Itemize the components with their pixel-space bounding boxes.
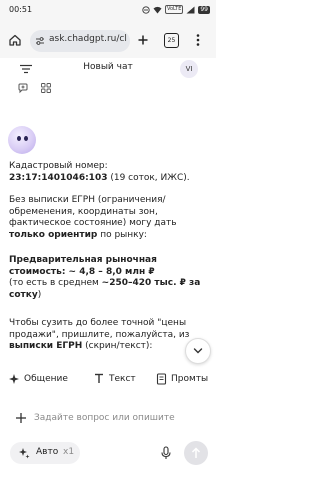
wifi-icon bbox=[153, 6, 162, 13]
arrow-up-icon bbox=[191, 447, 201, 458]
message-paragraph-3: Предварительная рыночная стоимость: ~ 4,… bbox=[9, 255, 201, 301]
microphone-icon[interactable] bbox=[160, 446, 172, 460]
composer bbox=[0, 398, 216, 480]
p2-tail: по рынку: bbox=[97, 229, 147, 240]
tab-switcher-button[interactable]: 25 bbox=[164, 33, 179, 48]
avatar-eye-right bbox=[24, 136, 28, 141]
home-icon[interactable] bbox=[8, 33, 22, 47]
send-button[interactable] bbox=[184, 441, 208, 465]
assistant-avatar bbox=[8, 126, 36, 154]
auto-mode-count: x1 bbox=[63, 447, 75, 457]
price-per-sotka-prefix: (то есть в среднем bbox=[9, 278, 102, 288]
price-per-sotka-suffix: ) bbox=[37, 289, 42, 300]
chip-text[interactable]: Текст bbox=[94, 373, 136, 384]
chevron-down-icon bbox=[193, 348, 203, 354]
message-input[interactable]: Задайте вопрос или опишите bbox=[34, 413, 175, 423]
dnd-icon bbox=[142, 5, 150, 14]
plot-details: (19 соток, ИЖС). bbox=[107, 172, 190, 183]
chip-prompts-label: Промты bbox=[171, 374, 209, 384]
new-tab-icon[interactable] bbox=[137, 34, 149, 46]
user-avatar[interactable]: VI bbox=[180, 60, 198, 78]
prompts-icon bbox=[156, 373, 167, 385]
add-attachment-icon[interactable] bbox=[15, 412, 27, 424]
avatar-eye-left bbox=[17, 136, 21, 141]
cadastral-label: Кадастровый номер: bbox=[9, 161, 108, 171]
text-icon bbox=[95, 373, 103, 383]
url-text[interactable]: ask.chadgpt.ru/cl bbox=[49, 34, 129, 44]
chip-general[interactable]: Общение bbox=[8, 373, 68, 385]
kebab-menu-icon[interactable] bbox=[195, 33, 201, 47]
sparkle-icon bbox=[9, 374, 19, 384]
site-settings-icon[interactable] bbox=[35, 36, 45, 46]
status-icons: VoLTE 99 bbox=[142, 5, 210, 14]
auto-mode-label: Авто bbox=[36, 447, 59, 457]
grid-apps-icon[interactable] bbox=[40, 82, 52, 94]
price-value: ~ 4,8 – 8,0 млн ₽ bbox=[65, 266, 155, 277]
message-paragraph-2: Без выписки ЕГРН (ограничения/обременени… bbox=[9, 195, 201, 241]
new-chat-icon[interactable] bbox=[17, 82, 29, 94]
battery-badge: 99 bbox=[198, 5, 210, 14]
volte-badge: VoLTE bbox=[164, 5, 184, 14]
p2-text: Без выписки ЕГРН (ограничения/обременени… bbox=[9, 195, 177, 228]
chip-text-label: Текст bbox=[109, 373, 136, 384]
scroll-down-button[interactable] bbox=[185, 338, 211, 364]
magic-sparkles-icon bbox=[19, 448, 30, 459]
message-paragraph-1: Кадастровый номер: 23:17:1401046:103 (19… bbox=[9, 161, 201, 184]
cadastral-number: 23:17:1401046:103 bbox=[9, 172, 108, 183]
p4-text: Чтобы сузить до более точной "цены прода… bbox=[9, 318, 190, 340]
p2-bold: только ориентир bbox=[9, 229, 98, 240]
signal-icon bbox=[186, 6, 195, 13]
chip-prompts[interactable]: Промты bbox=[156, 373, 208, 385]
chip-general-label: Общение bbox=[24, 374, 68, 384]
status-time: 00:51 bbox=[9, 5, 33, 14]
